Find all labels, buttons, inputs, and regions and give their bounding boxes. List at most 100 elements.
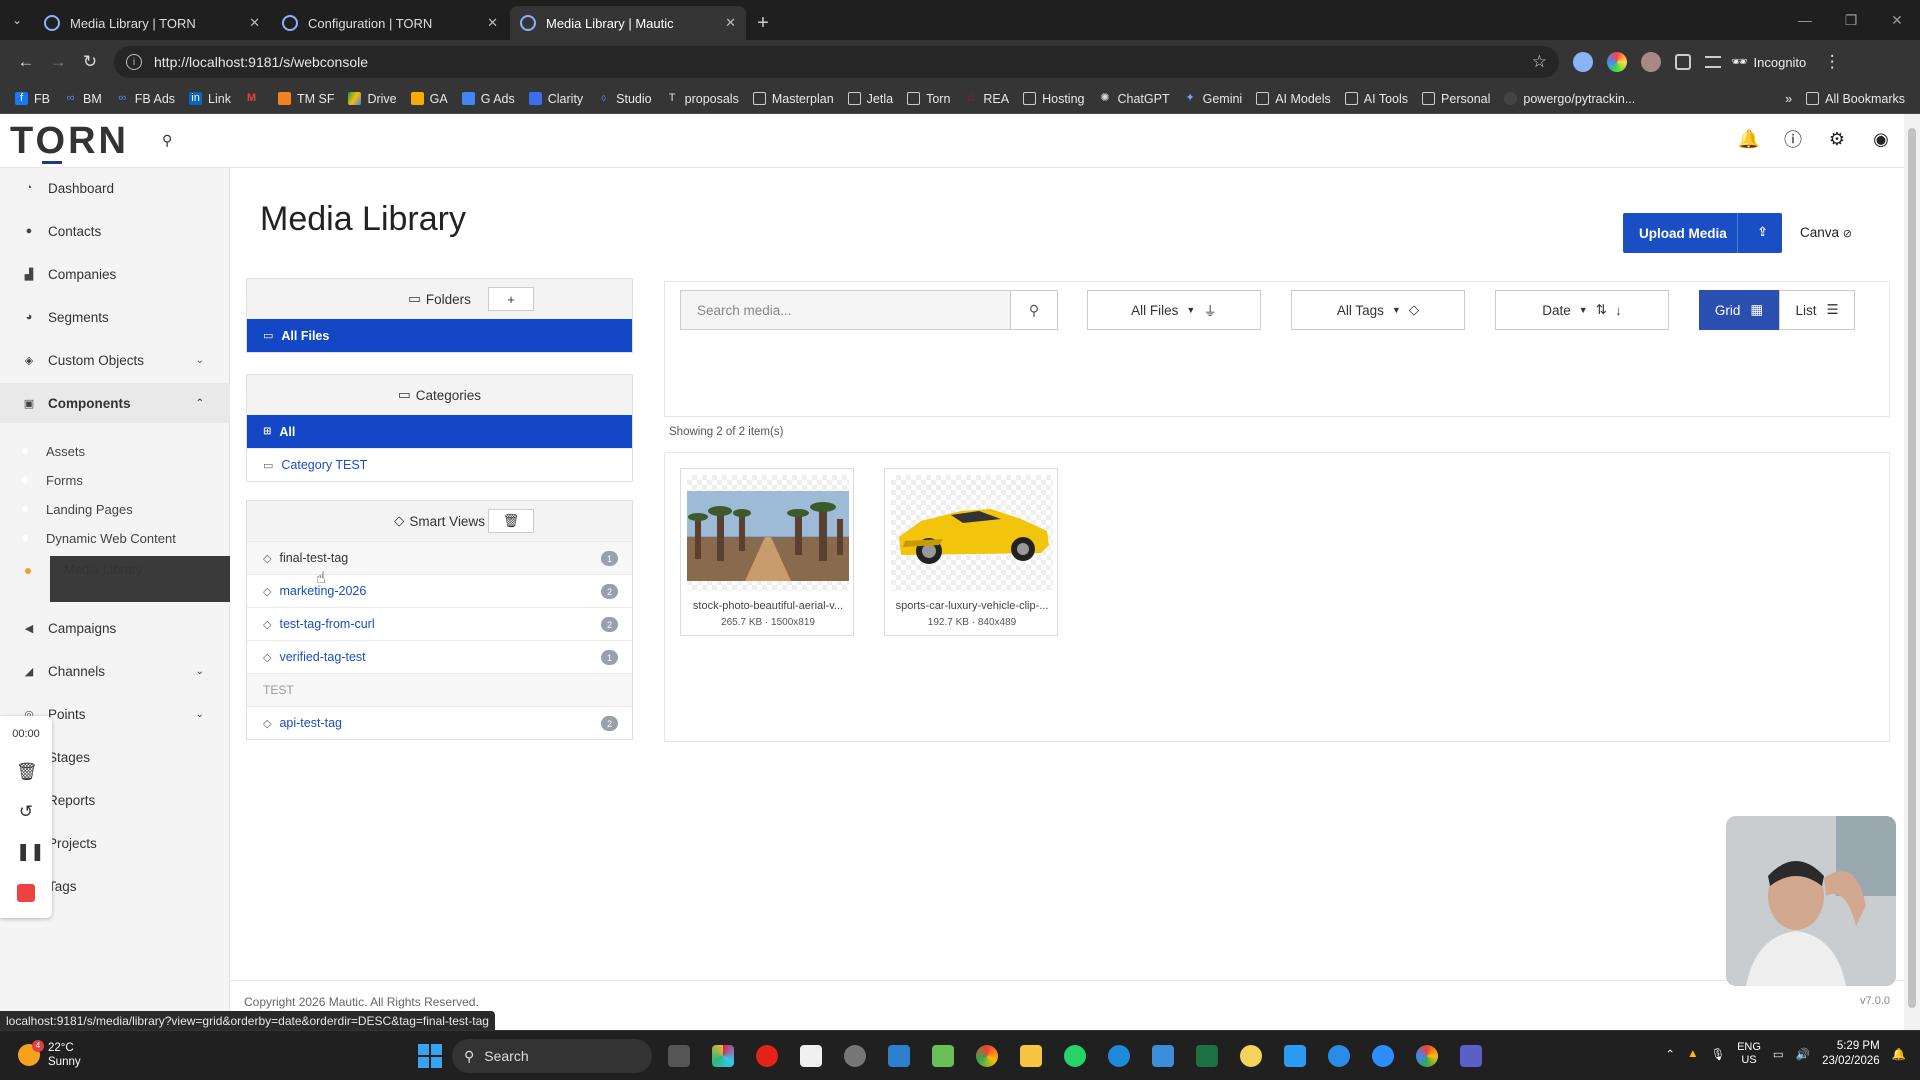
reload-icon[interactable]: ↻: [74, 46, 106, 78]
bookmark-folder-jetla[interactable]: Jetla: [841, 92, 900, 106]
smart-view-item[interactable]: ◇ verified-tag-test 1: [247, 640, 632, 673]
extension-1-icon[interactable]: [1573, 52, 1593, 72]
address-bar[interactable]: i http://localhost:9181/s/webconsole ☆: [114, 46, 1559, 78]
more-bookmarks-icon[interactable]: »: [1778, 92, 1799, 106]
volume-icon[interactable]: 🔊: [1796, 1047, 1810, 1061]
notifications-icon[interactable]: 🔔: [1892, 1047, 1906, 1061]
media-card[interactable]: stock-photo-beautiful-aerial-v... 265.7 …: [680, 468, 854, 636]
network-icon[interactable]: ▭: [1773, 1047, 1784, 1061]
search-input[interactable]: Search media...: [680, 290, 1011, 330]
account-icon[interactable]: ◉: [1870, 128, 1892, 150]
media-thumbnail[interactable]: [687, 475, 849, 591]
search-icon[interactable]: ⚲: [162, 132, 172, 149]
trash-icon[interactable]: 🗑: [16, 762, 38, 782]
browser-tab-2[interactable]: Configuration | TORN ✕: [272, 6, 508, 40]
bookmark-folder-hosting[interactable]: Hosting: [1016, 92, 1091, 106]
task-view-icon[interactable]: [662, 1039, 696, 1073]
notepad-icon[interactable]: [926, 1039, 960, 1073]
search-button[interactable]: ⚲: [1010, 290, 1058, 330]
bookmark-drive[interactable]: Drive: [341, 92, 403, 106]
bookmark-tm-sf[interactable]: TM SF: [271, 92, 342, 106]
bookmark-bm[interactable]: ∞ BM: [57, 92, 109, 106]
teams-icon[interactable]: [1454, 1039, 1488, 1073]
reading-list-icon[interactable]: [1705, 56, 1721, 68]
sidebar-subitem-assets[interactable]: Assets: [22, 438, 85, 464]
bookmark-folder-ai-tools[interactable]: AI Tools: [1338, 92, 1415, 106]
extensions-puzzle-icon[interactable]: [1675, 54, 1691, 70]
category-all[interactable]: ⊞ All: [247, 415, 632, 448]
restore-icon[interactable]: ❐: [1828, 0, 1874, 40]
help-icon[interactable]: ⓘ: [1782, 128, 1804, 150]
sidebar-item-segments[interactable]: ◕ Segments: [0, 297, 230, 337]
folder-all-files[interactable]: ▭ All Files: [247, 319, 632, 352]
tags-filter[interactable]: All Tags ▼ ◇: [1291, 290, 1465, 330]
sidebar-item-contacts[interactable]: ● Contacts: [0, 211, 230, 251]
file-type-filter[interactable]: All Files ▼ ⏚: [1087, 290, 1261, 330]
stop-icon[interactable]: [17, 884, 35, 902]
photos-icon[interactable]: [882, 1039, 916, 1073]
extension-2-icon[interactable]: [1607, 52, 1627, 72]
sidebar-item-campaigns[interactable]: ◀ Campaigns: [0, 608, 230, 648]
bookmark-folder-personal[interactable]: Personal: [1415, 92, 1497, 106]
bookmark-github[interactable]: powergo/pytrackin...: [1497, 92, 1642, 106]
bookmark-gmail[interactable]: M: [238, 92, 271, 105]
excel-icon[interactable]: [1190, 1039, 1224, 1073]
bookmark-star-icon[interactable]: ☆: [1532, 52, 1547, 72]
smart-view-item[interactable]: ◇ final-test-tag 1: [247, 541, 632, 574]
site-info-icon[interactable]: i: [126, 54, 142, 70]
incognito-badge[interactable]: 🕶 Incognito: [1721, 54, 1816, 70]
chrome-icon[interactable]: [970, 1039, 1004, 1073]
all-bookmarks[interactable]: All Bookmarks: [1799, 92, 1912, 106]
weather-widget[interactable]: 4 22°C Sunny: [18, 1040, 81, 1069]
bell-icon[interactable]: 🔔: [1738, 128, 1760, 150]
restart-icon[interactable]: ↺: [16, 802, 36, 822]
bookmark-gemini[interactable]: ✦ Gemini: [1177, 92, 1250, 106]
app-icon[interactable]: [838, 1039, 872, 1073]
bookmark-proposals[interactable]: Tproposals: [659, 92, 746, 106]
upload-media-button[interactable]: Upload Media ⇪: [1623, 213, 1782, 253]
close-tab-icon[interactable]: ✕: [725, 15, 736, 31]
browser-tab-1[interactable]: Media Library | TORN ✕: [34, 6, 270, 40]
chrome-profile-icon[interactable]: [1410, 1039, 1444, 1073]
bookmark-g-ads[interactable]: G Ads: [455, 92, 522, 106]
scrollbar-thumb[interactable]: [1908, 128, 1916, 1008]
windows-start-icon[interactable]: [418, 1044, 442, 1068]
back-icon[interactable]: ←: [10, 46, 42, 78]
bookmark-rea[interactable]: ⌂ REA: [957, 92, 1016, 106]
tab-search-icon[interactable]: ⌄: [0, 0, 34, 40]
bookmark-ga[interactable]: GA: [404, 92, 455, 106]
sidebar-item-components[interactable]: ▣ Components ⌃: [0, 383, 230, 423]
category-item[interactable]: ▭ Category TEST: [247, 448, 632, 481]
bookmark-folder-ai-models[interactable]: AI Models: [1249, 92, 1338, 106]
app-icon[interactable]: [1234, 1039, 1268, 1073]
bookmark-studio[interactable]: ⬨ Studio: [590, 92, 658, 106]
minimize-icon[interactable]: —: [1782, 0, 1828, 40]
sidebar-subitem-dynamic-web-content[interactable]: Dynamic Web Content: [22, 525, 176, 551]
smart-view-item[interactable]: ◇ test-tag-from-curl 2: [247, 607, 632, 640]
bookmark-folder-torn[interactable]: Torn: [900, 92, 957, 106]
media-thumbnail[interactable]: [891, 475, 1053, 591]
forward-icon[interactable]: →: [42, 46, 74, 78]
app-icon[interactable]: [1322, 1039, 1356, 1073]
chevron-up-icon[interactable]: ⌃: [1665, 1047, 1675, 1061]
bookmark-fb[interactable]: f FB: [8, 92, 57, 106]
sidebar-item-channels[interactable]: ◢ Channels ⌄: [0, 651, 230, 691]
file-explorer-icon[interactable]: [1014, 1039, 1048, 1073]
google-drive-icon[interactable]: ▲: [1687, 1048, 1698, 1060]
list-view-button[interactable]: List ☰: [1779, 290, 1855, 330]
delete-smart-view-button[interactable]: 🗑: [488, 509, 534, 533]
add-folder-button[interactable]: +: [488, 287, 534, 311]
gear-icon[interactable]: ⚙: [1826, 128, 1848, 150]
app-icon[interactable]: [1146, 1039, 1180, 1073]
taskbar-search[interactable]: ⚲ Search: [452, 1039, 652, 1073]
app-icon[interactable]: [794, 1039, 828, 1073]
bookmark-folder-masterplan[interactable]: Masterplan: [746, 92, 841, 106]
sidebar-subitem-forms[interactable]: Forms: [22, 467, 83, 493]
smart-view-item[interactable]: ◇ marketing-2026 2: [247, 574, 632, 607]
language-indicator[interactable]: ENG US: [1737, 1041, 1761, 1067]
bookmark-clarity[interactable]: Clarity: [522, 92, 590, 106]
sidebar-subitem-landing-pages[interactable]: Landing Pages: [22, 496, 133, 522]
bookmark-chatgpt[interactable]: ✺ ChatGPT: [1092, 92, 1177, 106]
extension-3-icon[interactable]: [1641, 52, 1661, 72]
page-scrollbar[interactable]: [1904, 114, 1920, 1030]
